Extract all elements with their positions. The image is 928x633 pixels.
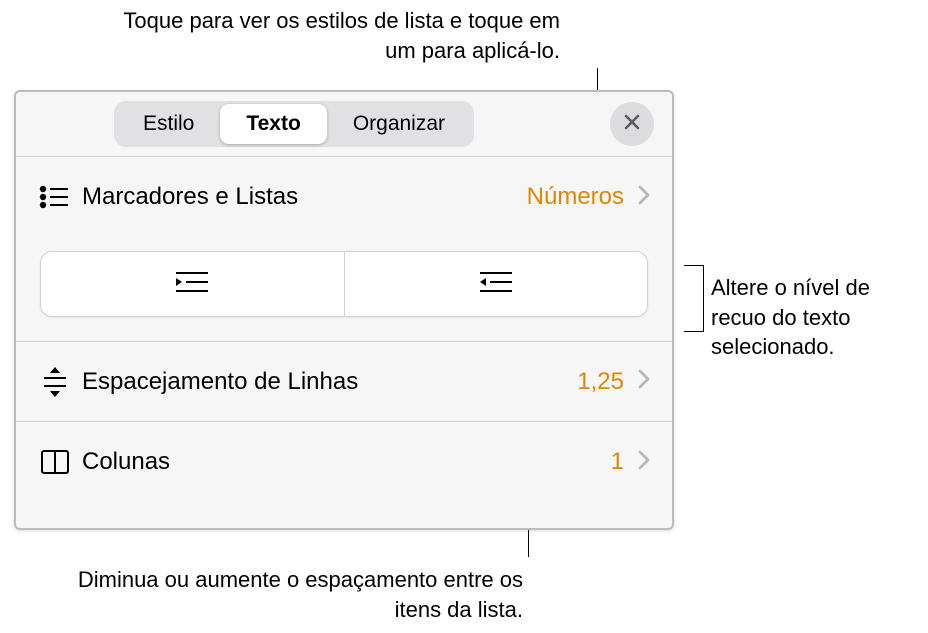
indent-icon [478, 268, 514, 301]
outdent-button[interactable] [41, 252, 345, 316]
leader-line [684, 331, 704, 332]
line-spacing-icon [38, 365, 82, 399]
row-columns[interactable]: Colunas 1 [16, 422, 672, 502]
bullet-list-icon [38, 180, 82, 214]
indent-button[interactable] [345, 252, 648, 316]
chevron-right-icon [638, 450, 650, 475]
close-icon [623, 113, 641, 136]
leader-line [684, 265, 704, 266]
bullets-lists-value: Números [527, 183, 624, 211]
callout-indent-level: Altere o nível de recuo do texto selecio… [711, 273, 921, 362]
columns-icon [38, 445, 82, 479]
chevron-right-icon [638, 185, 650, 210]
indent-control [40, 251, 648, 317]
chevron-right-icon [638, 369, 650, 394]
format-panel: Estilo Texto Organizar Marc [14, 90, 674, 530]
close-button[interactable] [610, 102, 654, 146]
outdent-icon [174, 268, 210, 301]
tab-header: Estilo Texto Organizar [16, 92, 672, 157]
columns-value: 1 [611, 448, 624, 476]
bullets-lists-label: Marcadores e Listas [82, 183, 527, 211]
tab-style[interactable]: Estilo [117, 104, 220, 144]
line-spacing-value: 1,25 [577, 368, 624, 396]
callout-list-styles: Toque para ver os estilos de lista e toq… [110, 6, 560, 65]
tab-text[interactable]: Texto [220, 104, 326, 144]
row-line-spacing[interactable]: Espacejamento de Linhas 1,25 [16, 342, 672, 422]
columns-label: Colunas [82, 448, 611, 476]
tab-arrange[interactable]: Organizar [327, 104, 471, 144]
indent-section [16, 237, 672, 342]
segmented-control: Estilo Texto Organizar [114, 101, 474, 147]
row-bullets-lists[interactable]: Marcadores e Listas Números [16, 157, 672, 237]
leader-line [703, 265, 704, 332]
callout-line-spacing: Diminua ou aumente o espaçamento entre o… [48, 565, 523, 624]
line-spacing-label: Espacejamento de Linhas [82, 368, 577, 396]
